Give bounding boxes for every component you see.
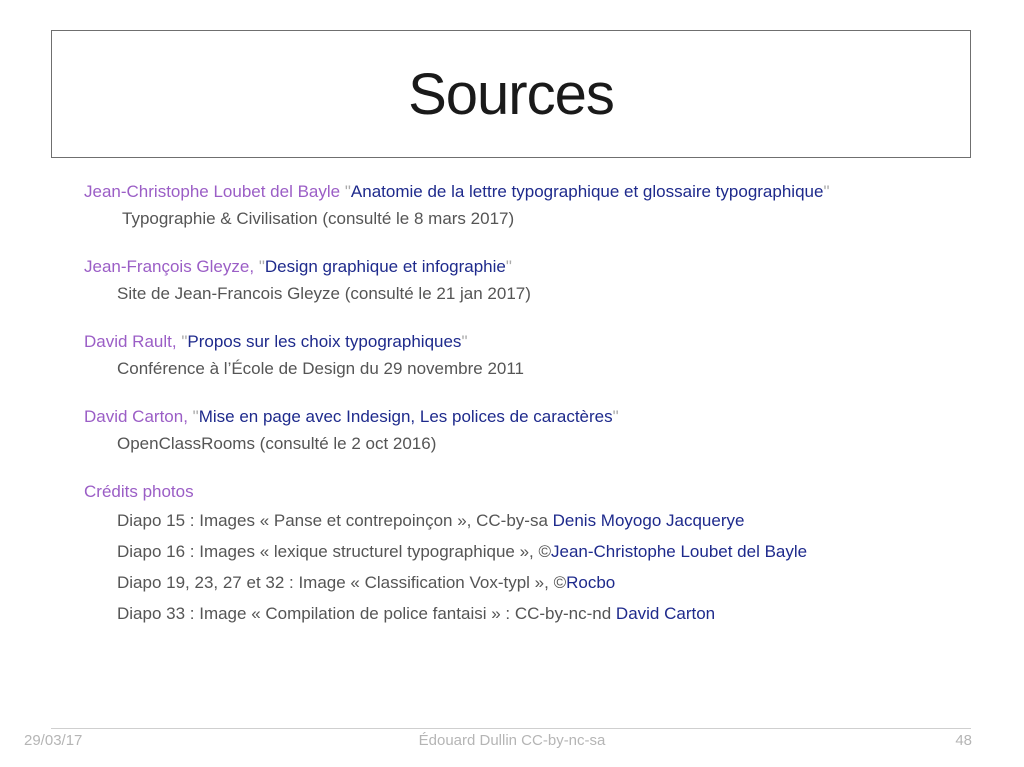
- source-entry: Jean-Christophe Loubet del Bayle "Anatom…: [84, 178, 1004, 232]
- credit-link[interactable]: David Carton: [616, 604, 715, 623]
- title-box: Sources: [51, 30, 971, 158]
- source-title-link[interactable]: Mise en page avec Indesign, Les polices …: [199, 407, 613, 426]
- source-detail: Typographie & Civilisation (consulté le …: [122, 209, 515, 228]
- source-detail: Conférence à l’École de Design du 29 nov…: [117, 359, 525, 378]
- source-entry: David Carton, "Mise en page avec Indesig…: [84, 403, 1004, 457]
- photo-credits: Crédits photos Diapo 15 : Images « Panse…: [84, 478, 1004, 629]
- credits-heading: Crédits photos: [84, 482, 194, 501]
- credit-link[interactable]: Jean-Christophe Loubet del Bayle: [551, 542, 807, 561]
- source-author: Jean-Christophe Loubet del Bayle: [84, 182, 341, 201]
- credit-item: Diapo 19, 23, 27 et 32 : Image « Classif…: [84, 567, 1004, 598]
- source-author: David Carton,: [84, 407, 188, 426]
- footer-author: Édouard Dullin CC-by-nc-sa: [418, 732, 606, 749]
- credit-text: Diapo 16 : Images « lexique structurel t…: [117, 542, 551, 561]
- source-title-link[interactable]: Anatomie de la lettre typographique et g…: [351, 182, 824, 201]
- source-author: David Rault,: [84, 332, 177, 351]
- credit-item: Diapo 15 : Images « Panse et contrepoinç…: [84, 505, 1004, 536]
- source-detail: OpenClassRooms (consulté le 2 oct 2016): [117, 434, 437, 453]
- credit-link[interactable]: Denis Moyogo Jacquerye: [553, 511, 745, 530]
- source-entry: Jean-François Gleyze, "Design graphique …: [84, 253, 1004, 307]
- page-number: 48: [955, 732, 972, 749]
- source-entry: David Rault, "Propos sur les choix typog…: [84, 328, 1004, 382]
- credit-link[interactable]: Rocbo: [566, 573, 615, 592]
- credit-text: Diapo 15 : Images « Panse et contrepoinç…: [117, 511, 553, 530]
- slide-title: Sources: [408, 61, 615, 127]
- credit-item: Diapo 33 : Image « Compilation de police…: [84, 598, 1004, 629]
- footer-divider: [51, 728, 971, 729]
- source-author: Jean-François Gleyze,: [84, 257, 255, 276]
- source-title-link[interactable]: Design graphique et infographie: [265, 257, 506, 276]
- credit-text: Diapo 33 : Image « Compilation de police…: [117, 604, 616, 623]
- credit-item: Diapo 16 : Images « lexique structurel t…: [84, 536, 1004, 567]
- sources-list: Jean-Christophe Loubet del Bayle "Anatom…: [84, 178, 1004, 629]
- credit-text: Diapo 19, 23, 27 et 32 : Image « Classif…: [117, 573, 567, 592]
- source-detail: Site de Jean-Francois Gleyze (consulté l…: [117, 284, 531, 303]
- source-title-link[interactable]: Propos sur les choix typographiques: [187, 332, 461, 351]
